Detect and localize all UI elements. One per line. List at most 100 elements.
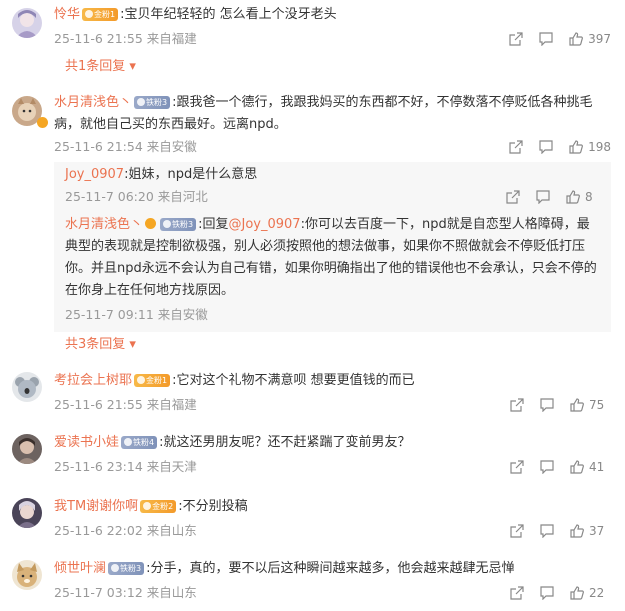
comment-actions: 41 [495,458,611,476]
reply-meta: 25-11-7 06:20 来自河北 [65,188,208,206]
comment-text-line: :跟我爸一个德行，我跟我妈买的东西都不好，不停数落不停贬低各种挑毛 [172,95,593,110]
location: 来自天津 [146,459,197,474]
avatar-image [12,8,42,38]
reply-content: 水月清浅色丶 铁粉3:回复@Joy_0907:你可以去百度一下，npd就是自恋型人… [65,214,601,236]
view-replies-label: 共1条回复 [65,59,126,74]
username-link[interactable]: Joy_0907 [65,167,124,182]
caret-down-icon: ▾ [125,59,136,74]
username-link[interactable]: 怜华 [54,7,80,22]
avatar[interactable] [12,8,42,38]
reply-text: :姐妹，npd是什么意思 [124,167,258,182]
username-link[interactable]: 爱读书小娃 [54,435,119,450]
timestamp: 25-11-6 21:55 [54,397,143,412]
comment-content: 我TM谢谢你啊 金粉2:不分别投稿 [54,496,605,518]
comment-actions: 22 [495,584,611,602]
fan-badge[interactable]: 金粉1 [82,8,119,21]
location: 来自福建 [146,31,197,46]
avatar-image [12,498,42,528]
avatar-image [12,372,42,402]
fan-badge[interactable]: 铁粉3 [108,562,145,575]
reply-text-line: :你可以去百度一下，npd就是自恋型人格障碍，最 [300,217,590,232]
like-icon[interactable] [569,459,585,475]
location: 来自安徽 [157,307,208,322]
share-icon[interactable] [509,459,525,475]
like-icon[interactable] [569,585,585,601]
share-icon[interactable] [509,585,525,601]
location: 来自山东 [146,523,197,538]
fan-badge[interactable]: 铁粉3 [160,218,197,231]
timestamp: 25-11-7 06:20 [65,189,154,204]
avatar[interactable] [12,372,42,402]
like-icon[interactable] [565,189,581,205]
comment-actions: 397 [494,30,611,48]
comment-text: :不分别投稿 [178,499,248,514]
timestamp: 25-11-7 09:11 [65,307,154,322]
like-count: 37 [589,524,605,538]
avatar[interactable] [12,434,42,464]
like-count: 41 [589,460,605,474]
share-icon[interactable] [508,139,524,155]
timestamp: 25-11-6 21:55 [54,31,143,46]
comment-text: :就这还男朋友呢？还不赶紧踹了变前男友？ [159,435,411,450]
comment-meta: 25-11-6 22:02 来自山东 [54,522,197,540]
comment-meta: 25-11-6 23:14 来自天津 [54,458,197,476]
comment-content: 水月清浅色丶 铁粉3:跟我爸一个德行，我跟我妈买的东西都不好，不停数落不停贬低各种… [54,92,605,114]
comment-icon[interactable] [538,31,554,47]
comment-content: 倾世叶澜 铁粉3:分手，真的，要不以后这种瞬间越来越多，他会越来越肆无忌惮 [54,558,605,580]
comment-content: 爱读书小娃 铁粉4:就这还男朋友呢？还不赶紧踹了变前男友？ [54,432,605,454]
share-icon[interactable] [505,189,521,205]
verified-badge-icon [37,117,48,128]
comment-meta: 25-11-6 21:55 来自福建 [54,30,197,48]
share-icon[interactable] [508,31,524,47]
like-icon[interactable] [569,397,585,413]
like-icon[interactable] [569,523,585,539]
comment-text: :分手，真的，要不以后这种瞬间越来越多，他会越来越肆无忌惮 [146,561,515,576]
reply-actions: 8 [491,188,607,206]
comment-actions: 75 [495,396,611,414]
reply-text-line: 你。并且npd永远不会认为自己有错，如果你明确指出了他的错误他也不会承认，只会不… [65,261,597,276]
view-replies-label: 共3条回复 [65,337,126,352]
location: 来自山东 [146,585,197,600]
comment-icon[interactable] [539,585,555,601]
view-replies-link[interactable]: 共3条回复 ▾ [65,336,136,354]
comment-icon[interactable] [539,397,555,413]
like-count: 397 [588,32,611,46]
fan-badge[interactable]: 金粉1 [134,374,171,387]
username-link[interactable]: 水月清浅色丶 [65,217,143,232]
comment-icon[interactable] [535,189,551,205]
comment-meta: 25-11-7 03:12 来自山东 [54,584,197,602]
comment-text: :它对这个礼物不满意呗 想要更值钱的而已 [172,373,415,388]
share-icon[interactable] [509,523,525,539]
like-icon[interactable] [568,31,584,47]
comment-icon[interactable] [538,139,554,155]
avatar-image [12,560,42,590]
like-count: 75 [589,398,605,412]
comment-text: :宝贝年纪轻轻的 怎么看上个没牙老头 [120,7,337,22]
comment-meta: 25-11-6 21:55 来自福建 [54,396,197,414]
location: 来自河北 [157,189,208,204]
username-link[interactable]: 考拉会上树耶 [54,373,132,388]
fan-badge[interactable]: 金粉2 [140,500,177,513]
like-count: 198 [588,140,611,154]
username-link[interactable]: 我TM谢谢你啊 [54,499,138,514]
share-icon[interactable] [509,397,525,413]
mention-link[interactable]: @Joy_0907 [229,217,301,232]
fan-badge[interactable]: 铁粉3 [134,96,171,109]
timestamp: 25-11-6 23:14 [54,459,143,474]
fan-badge[interactable]: 铁粉4 [121,436,158,449]
reply-text-line: 典型的表现就是控制欲极强，别人必须按照他的想法做事，如果你不照做就会不停贬低打压 [65,239,586,254]
view-replies-link[interactable]: 共1条回复 ▾ [65,58,136,76]
comment-icon[interactable] [539,459,555,475]
timestamp: 25-11-7 03:12 [54,585,143,600]
comment-icon[interactable] [539,523,555,539]
like-icon[interactable] [568,139,584,155]
username-link[interactable]: 水月清浅色丶 [54,95,132,110]
avatar[interactable] [12,498,42,528]
comment-text-line: 病，就他自己买的东西最好。远离npd。 [54,117,287,132]
like-count: 8 [585,190,593,204]
verified-badge-icon [145,218,157,229]
username-link[interactable]: 倾世叶澜 [54,561,106,576]
location: 来自安徽 [146,139,197,154]
reply-text-line: 在你身上在任何地方找原因。 [65,283,235,298]
avatar[interactable] [12,560,42,590]
